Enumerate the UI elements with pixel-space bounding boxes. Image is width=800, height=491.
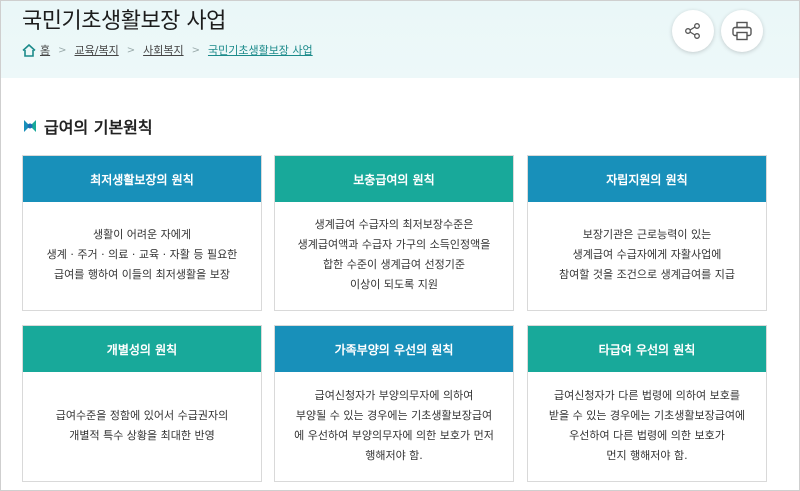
- print-icon: [732, 21, 752, 41]
- share-button[interactable]: [672, 10, 714, 52]
- page-title: 국민기초생활보장 사업: [22, 9, 226, 34]
- card-line: 합한 수준이 생계급여 선정기준: [322, 258, 466, 271]
- card-line: 이상이 되도록 지원: [350, 278, 438, 291]
- card-description: 급여신청자가 부양의무자에 의하여 부양될 수 있는 경우에는 기초생활보장급여…: [275, 372, 513, 479]
- card-line: 부양될 수 있는 경우에는 기초생활보장급여: [295, 408, 493, 422]
- card-line: 급여신청자가 다른 법령에 의하여 보호를: [553, 388, 741, 402]
- card-line: 개별적 특수 상황을 최대한 반영: [69, 428, 215, 442]
- breadcrumb: 홈 > 교육/복지 > 사회복지 > 국민기초생활보장 사업: [22, 42, 313, 58]
- puzzle-icon: [24, 120, 36, 132]
- card-title: 최저생활보장의 원칙: [23, 156, 261, 202]
- card-description: 급여수준을 정함에 있어서 수급권자의 개별적 특수 상황을 최대한 반영: [23, 372, 261, 479]
- card-line: 급여신청자가 부양의무자에 의하여: [314, 388, 474, 402]
- card-line: 급여수준을 정함에 있어서 수급권자의: [55, 408, 229, 422]
- card-line: 먼지 행해저야 함.: [606, 448, 688, 462]
- share-icon: [685, 23, 700, 39]
- card-line: 생계급여액과 수급자 가구의 소득인정액을: [297, 238, 491, 251]
- card-line: 참여할 것을 조건으로 생계급여를 지급: [559, 268, 735, 281]
- card-title: 가족부양의 우선의 원칙: [275, 326, 513, 372]
- principle-card-other-benefit-priority: 타급여 우선의 원칙 급여신청자가 다른 법령에 의하여 보호를 받을 수 있는…: [527, 325, 767, 482]
- principle-card-supplementary-benefit: 보충급여의 원칙 생계급여 수급자의 최저보장수준은 생계급여액과 수급자 가구…: [274, 155, 514, 311]
- card-line: 생계급여 수급자의 최저보장수준은: [314, 218, 474, 231]
- print-button[interactable]: [721, 10, 763, 52]
- card-line: 보장기관은 근로능력이 있는: [582, 228, 712, 241]
- card-title: 보충급여의 원칙: [275, 156, 513, 202]
- card-line: 생계급여 수급자에게 자활사업에: [572, 248, 722, 261]
- card-line: 급여를 행하여 이들의 최저생활을 보장: [54, 268, 230, 281]
- principle-card-family-support-priority: 가족부양의 우선의 원칙 급여신청자가 부양의무자에 의하여 부양될 수 있는 …: [274, 325, 514, 482]
- principle-card-self-support: 자립지원의 원칙 보장기관은 근로능력이 있는 생계급여 수급자에게 자활사업에…: [527, 155, 767, 311]
- card-description: 생활이 어려운 자에게 생계 · 주거 · 의료 · 교육 · 자활 등 필요한…: [23, 202, 261, 308]
- card-line: 생활이 어려운 자에게: [92, 228, 192, 241]
- card-line: 행해저야 함.: [365, 448, 423, 462]
- card-line: 받을 수 있는 경우에는 기초생활보장급여에: [548, 408, 746, 422]
- card-line: 에 우선하여 부양의무자에 의한 보호가 먼저: [294, 428, 494, 442]
- section-title-text: 급여의 기본원칙: [44, 118, 153, 137]
- chevron-right-icon: >: [126, 44, 136, 56]
- card-description: 급여신청자가 다른 법령에 의하여 보호를 받을 수 있는 경우에는 기초생활보…: [528, 372, 766, 479]
- section-title: 급여의 기본원칙: [22, 114, 153, 138]
- breadcrumb-social-welfare[interactable]: 사회복지: [143, 42, 183, 58]
- breadcrumb-current[interactable]: 국민기초생활보장 사업: [208, 42, 313, 58]
- card-description: 생계급여 수급자의 최저보장수준은 생계급여액과 수급자 가구의 소득인정액을 …: [275, 202, 513, 308]
- breadcrumb-home[interactable]: 홈: [40, 42, 50, 58]
- principle-card-individuality: 개별성의 원칙 급여수준을 정함에 있어서 수급권자의 개별적 특수 상황을 최…: [22, 325, 262, 482]
- card-title: 개별성의 원칙: [23, 326, 261, 372]
- chevron-right-icon: >: [58, 44, 67, 56]
- card-description: 보장기관은 근로능력이 있는 생계급여 수급자에게 자활사업에 참여할 것을 조…: [528, 202, 766, 308]
- card-title: 타급여 우선의 원칙: [528, 326, 766, 372]
- chevron-right-icon: >: [191, 44, 200, 56]
- card-line: 생계 · 주거 · 의료 · 교육 · 자활 등 필요한: [46, 248, 238, 261]
- breadcrumb-education-welfare[interactable]: 교육/복지: [75, 42, 119, 58]
- card-title: 자립지원의 원칙: [528, 156, 766, 202]
- principle-card-minimum-living: 최저생활보장의 원칙 생활이 어려운 자에게 생계 · 주거 · 의료 · 교육…: [22, 155, 262, 311]
- home-icon[interactable]: [22, 43, 36, 57]
- card-line: 우선하여 다른 법령에 의한 보호가: [569, 428, 725, 442]
